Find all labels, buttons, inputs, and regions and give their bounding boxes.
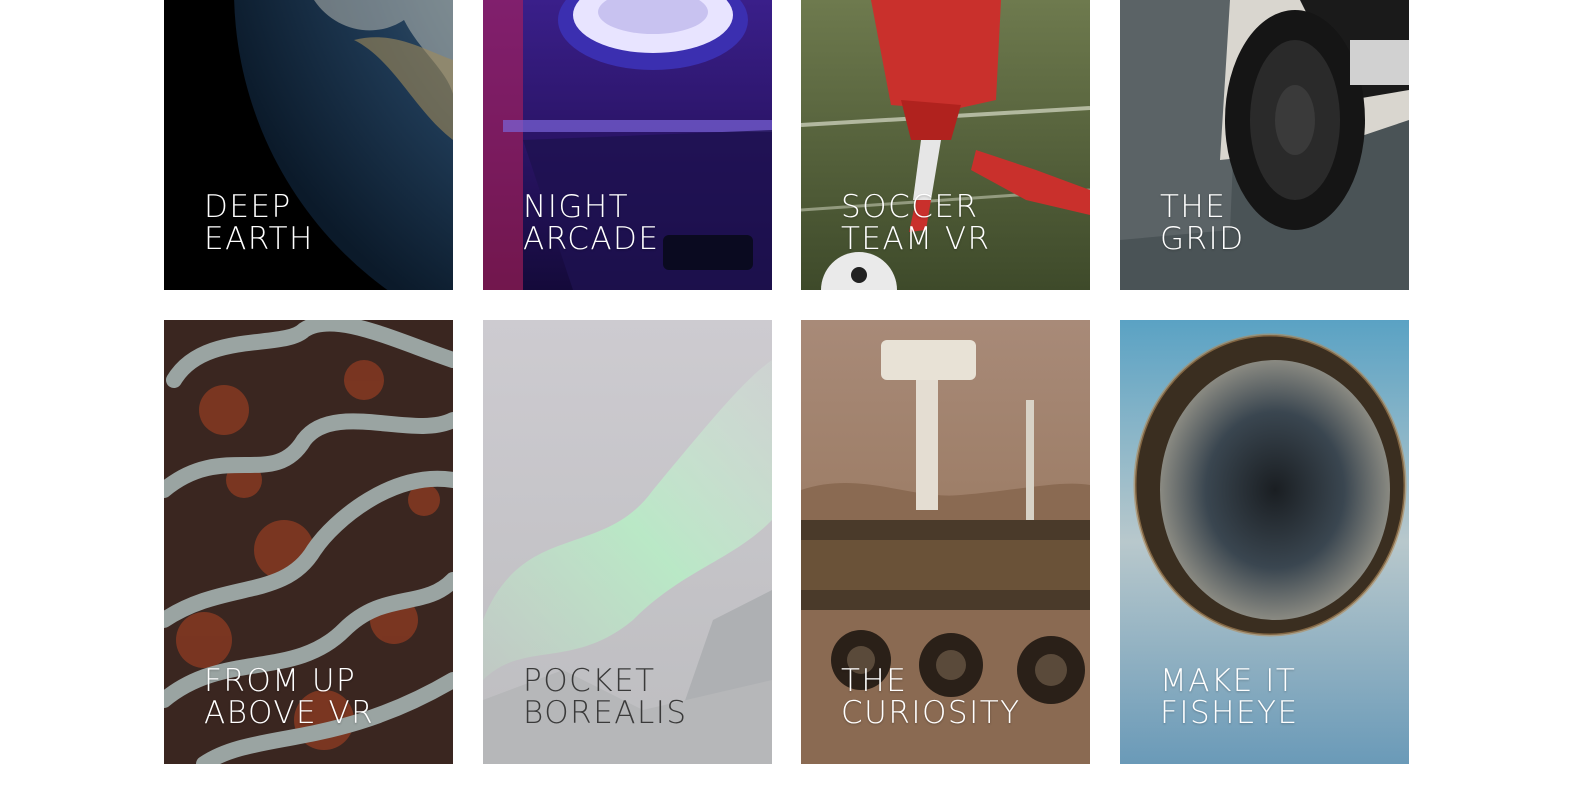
card-pocket-borealis[interactable]: POCKET BOREALIS [483, 320, 772, 764]
card-title: MAKE IT FISHEYE [1160, 663, 1299, 731]
card-night-arcade[interactable]: NIGHT ARCADE [483, 0, 772, 290]
experience-gallery: DEEP EARTH NIGHT ARCADE SOCCER TEAM VR T… [0, 0, 1579, 786]
card-title: SOCCER TEAM VR [841, 189, 991, 257]
card-title: POCKET BOREALIS [523, 663, 688, 731]
card-soccer-team-vr[interactable]: SOCCER TEAM VR [801, 0, 1090, 290]
card-title: NIGHT ARCADE [523, 189, 660, 257]
card-the-curiosity[interactable]: THE CURIOSITY [801, 320, 1090, 764]
card-title: DEEP EARTH [204, 189, 314, 257]
card-title: THE CURIOSITY [841, 663, 1021, 731]
card-title: THE GRID [1160, 189, 1245, 257]
card-the-grid[interactable]: THE GRID [1120, 0, 1409, 290]
card-make-it-fisheye[interactable]: MAKE IT FISHEYE [1120, 320, 1409, 764]
card-title: FROM UP ABOVE VR [204, 663, 375, 731]
card-from-up-above-vr[interactable]: FROM UP ABOVE VR [164, 320, 453, 764]
card-deep-earth[interactable]: DEEP EARTH [164, 0, 453, 290]
